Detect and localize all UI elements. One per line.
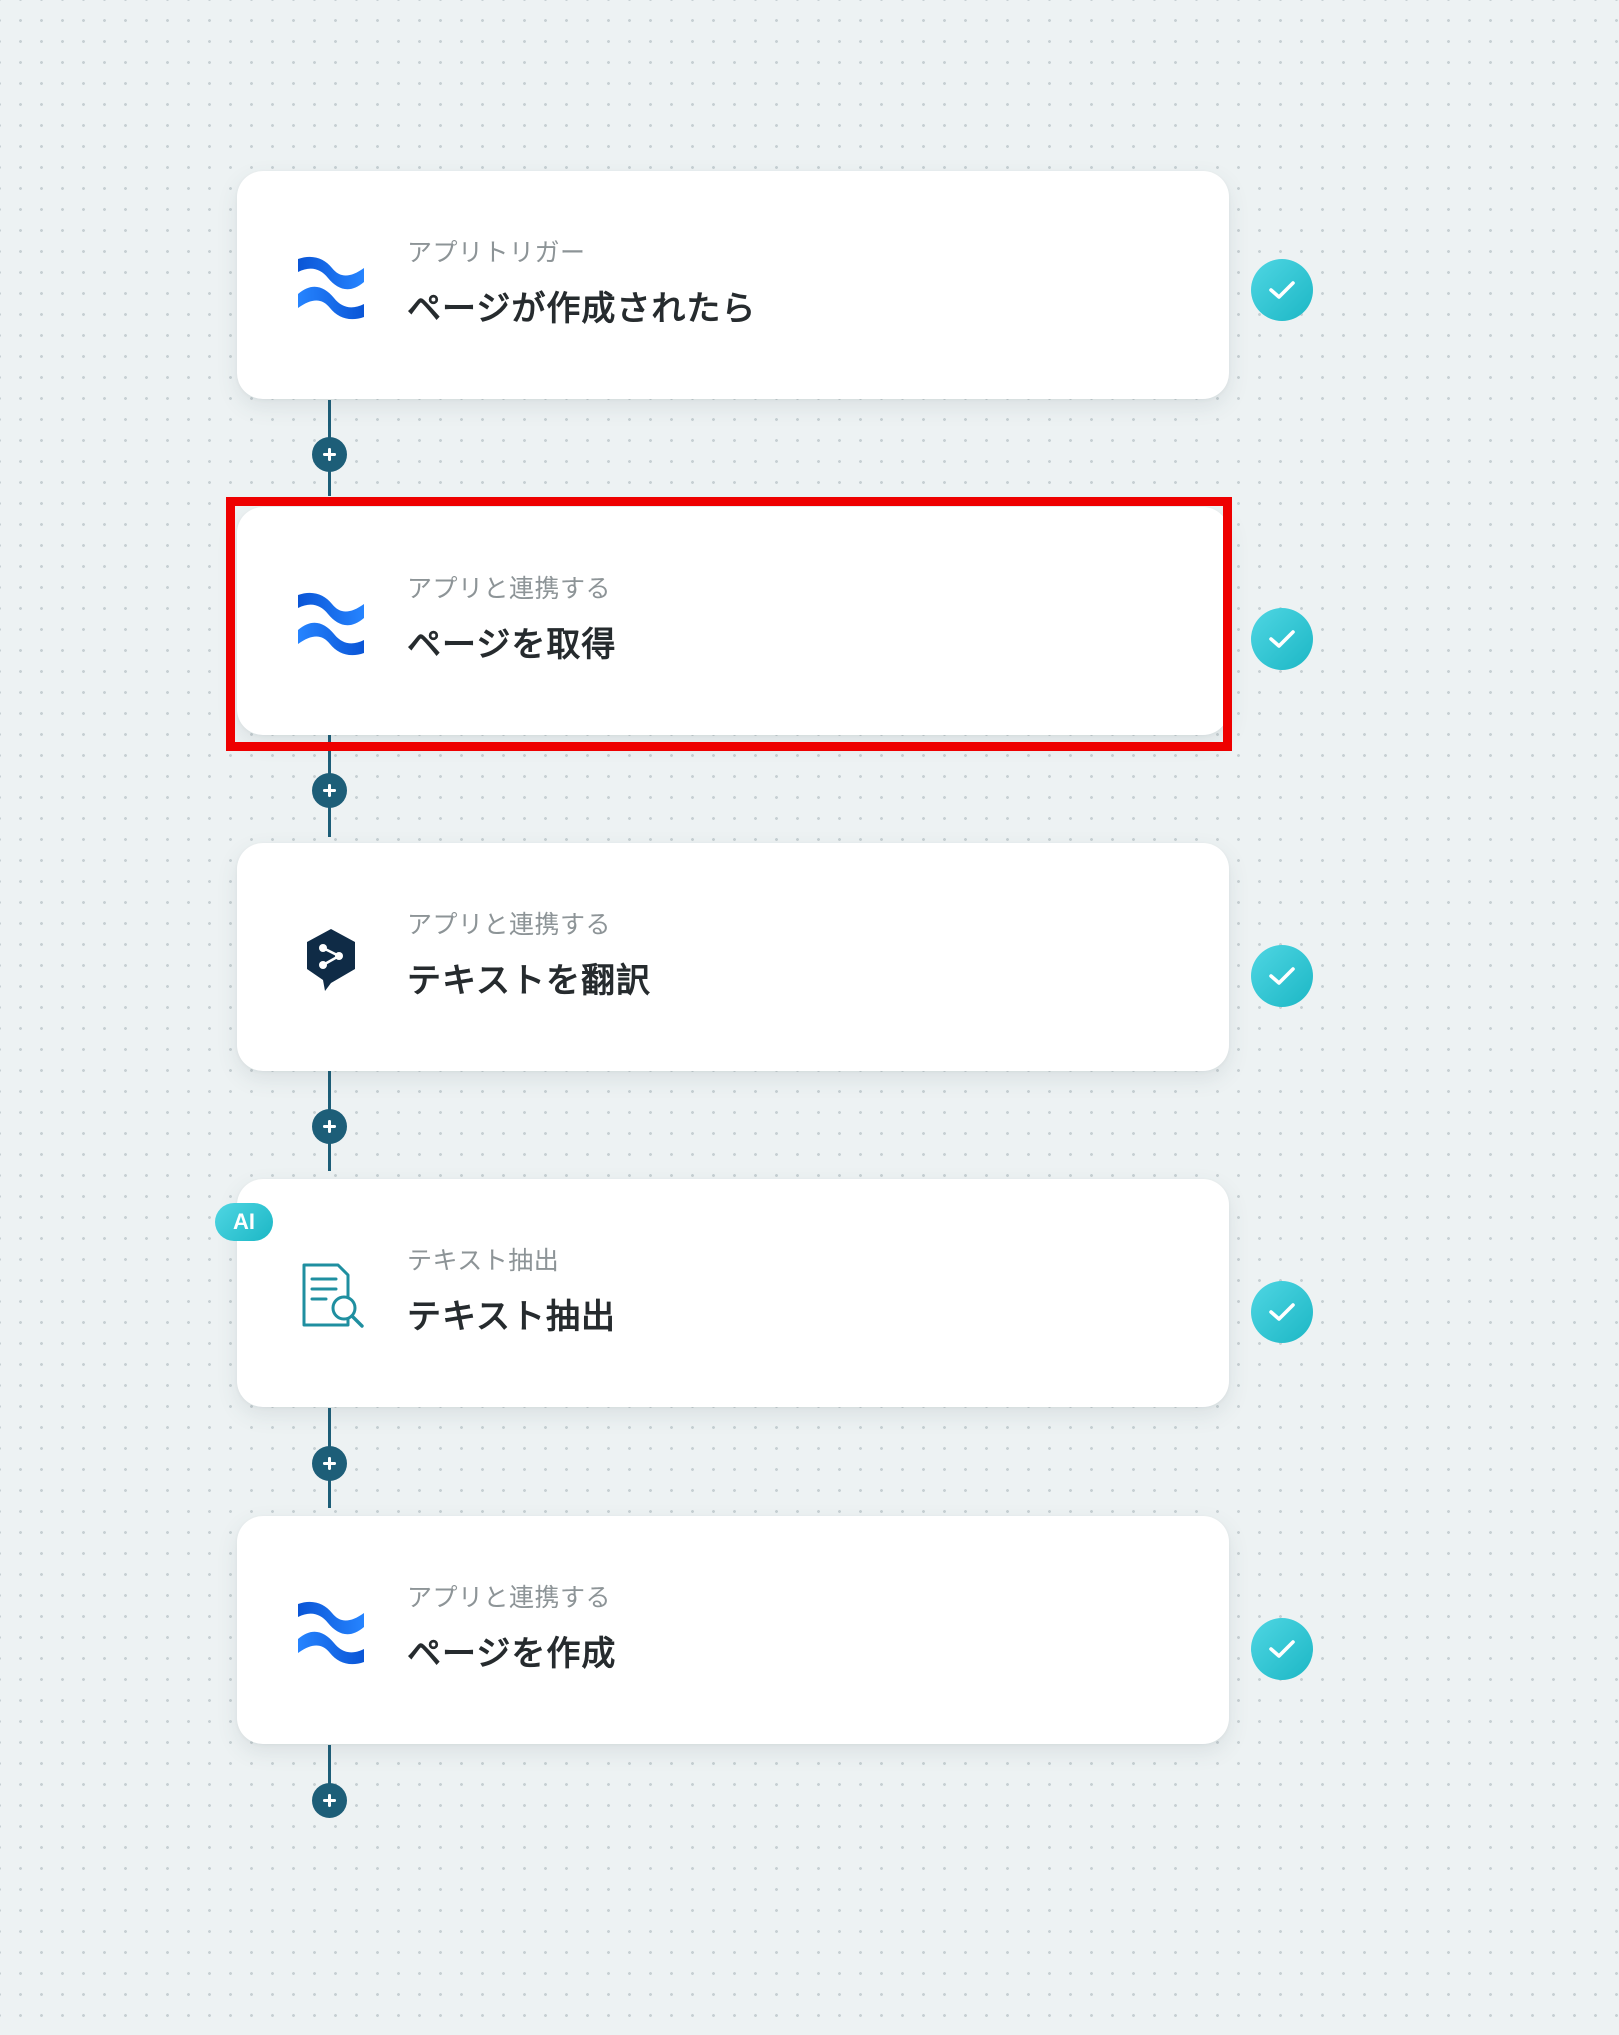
step-type-label: アプリと連携する (407, 910, 612, 939)
step-title: ページが作成されたら (407, 289, 757, 329)
plus-icon (323, 1457, 336, 1470)
step-complete-check-icon (1251, 259, 1313, 321)
flow-step-card[interactable]: アプリトリガー ページが作成されたら (237, 171, 1229, 399)
plus-icon (323, 1120, 336, 1133)
flow-step-card[interactable]: AI テキスト抽出 テキスト抽出 (215, 1179, 1229, 1407)
step-complete-check-icon (1251, 1618, 1313, 1680)
step-complete-check-icon (1251, 608, 1313, 670)
confluence-icon (292, 249, 370, 327)
confluence-icon (292, 1594, 370, 1672)
step-complete-check-icon (1251, 945, 1313, 1007)
add-step-button[interactable] (312, 1783, 347, 1818)
step-type-label: アプリと連携する (407, 1583, 612, 1612)
confluence-icon (292, 585, 370, 663)
step-type-label: アプリと連携する (407, 574, 612, 603)
ai-badge: AI (215, 1203, 273, 1241)
step-title: ページを取得 (407, 625, 617, 665)
step-title: テキストを翻訳 (407, 961, 651, 1001)
add-step-button[interactable] (312, 1109, 347, 1144)
flow-step-card[interactable]: アプリと連携する ページを作成 (237, 1516, 1229, 1744)
add-step-button[interactable] (312, 437, 347, 472)
step-title: ページを作成 (407, 1634, 617, 1674)
plus-icon (323, 784, 336, 797)
step-type-label: テキスト抽出 (407, 1246, 560, 1275)
plus-icon (323, 448, 336, 461)
step-title: テキスト抽出 (407, 1297, 616, 1337)
step-type-label: アプリトリガー (407, 238, 586, 267)
add-step-button[interactable] (312, 1446, 347, 1481)
deepl-icon (292, 921, 370, 999)
flow-step-card[interactable]: アプリと連携する テキストを翻訳 (237, 843, 1229, 1071)
flow-step-card[interactable]: アプリと連携する ページを取得 (237, 507, 1229, 735)
plus-icon (323, 1794, 336, 1807)
add-step-button[interactable] (312, 773, 347, 808)
step-complete-check-icon (1251, 1281, 1313, 1343)
document-search-icon (292, 1257, 370, 1335)
